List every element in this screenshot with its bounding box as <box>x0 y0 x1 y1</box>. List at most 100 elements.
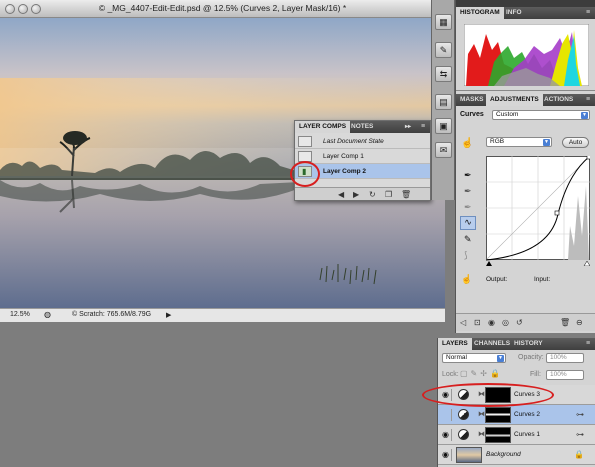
comp-checkbox[interactable] <box>298 136 312 147</box>
right-panel-dock: HISTOGRAM INFO ≡ MASKS ADJUSTMENTS ACTIO… <box>455 0 595 333</box>
fill-field[interactable]: 100% <box>546 370 584 380</box>
comp-row-last-document-state[interactable]: Last Document State <box>295 134 430 149</box>
eye-icon[interactable]: ◉ <box>440 429 452 441</box>
tab-notes[interactable]: NOTES <box>347 121 377 133</box>
document-titlebar[interactable]: © _MG_4407-Edit-Edit.psd @ 12.5% (Curves… <box>0 0 445 18</box>
panel-menu-icon[interactable]: ≡ <box>582 94 594 106</box>
update-comp-icon[interactable]: ↻ <box>369 190 376 199</box>
channel-select[interactable]: RGB ▼ <box>486 137 552 147</box>
adjustment-layer-icon <box>458 409 469 420</box>
hand-tool-icon[interactable]: ☝ <box>461 138 473 149</box>
lock-icon: 🔒 <box>574 450 584 459</box>
output-label: Output: <box>486 276 508 283</box>
next-comp-icon[interactable]: ▶ <box>353 190 359 199</box>
panel-menu-icon[interactable]: ≡ <box>582 338 594 350</box>
layer-comps-tabbar: LAYER COMPS NOTES ▸▸ ≡ <box>295 121 430 133</box>
comp-label: Last Document State <box>323 138 384 145</box>
back-arrow-icon[interactable]: ◁ <box>460 318 466 327</box>
panel-collapse-icon[interactable]: ▸▸ <box>401 121 415 133</box>
tab-info[interactable]: INFO <box>502 7 526 19</box>
clone-source-icon[interactable]: ✎ <box>435 42 452 58</box>
new-comp-icon[interactable]: ❐ <box>385 190 392 199</box>
panel-menu-icon[interactable]: ≡ <box>582 7 594 19</box>
previous-comp-icon[interactable]: ◀ <box>338 190 344 199</box>
adjustment-layer-icon <box>458 429 469 440</box>
pencil-icon[interactable]: ✎ <box>464 234 472 245</box>
blend-mode-select[interactable]: Normal ▼ <box>442 353 506 363</box>
tool-presets-icon[interactable]: ⇆ <box>435 66 452 82</box>
layer-comps-panel: LAYER COMPS NOTES ▸▸ ≡ Last Document Sta… <box>294 120 431 201</box>
lock-label: Lock: <box>442 371 459 378</box>
tab-layers[interactable]: LAYERS <box>438 338 472 350</box>
curves-graph[interactable] <box>486 156 590 266</box>
lock-options-icons[interactable]: ▢✎✢🔒 <box>460 369 503 378</box>
character-icon[interactable]: ▤ <box>435 94 452 110</box>
tab-actions[interactable]: ACTIONS <box>540 94 577 106</box>
tab-layer-comps[interactable]: LAYER COMPS <box>295 121 351 133</box>
channel-value: RGB <box>490 138 505 145</box>
opacity-label: Opacity: <box>518 354 544 361</box>
blend-mode-value: Normal <box>446 354 467 361</box>
layer-name: Curves 1 <box>514 431 541 438</box>
zoom-level[interactable]: 12.5% <box>10 311 30 318</box>
status-arrow-icon[interactable]: ▶ <box>166 311 171 319</box>
view-previous-icon[interactable]: ◎ <box>502 318 509 327</box>
histogram-panel: HISTOGRAM INFO ≡ <box>456 7 595 91</box>
layer-mask-thumbnail[interactable] <box>485 407 511 423</box>
delete-adjustment-icon[interactable]: 🗑 <box>560 318 570 327</box>
annotation-circle-comp <box>290 161 320 187</box>
eye-icon[interactable]: ◉ <box>488 318 495 327</box>
layer-row-curves-1[interactable]: ◉ ⧓ Curves 1 ⊶ <box>438 425 595 445</box>
comp-label: Layer Comp 1 <box>323 153 364 160</box>
curves-preset-select[interactable]: Custom ▼ <box>492 110 590 120</box>
document-statusbar: 12.5% ◍ © Scratch: 765.6M/8.79G ▶ <box>0 308 445 322</box>
link-chain-icon: ⊶ <box>576 430 584 439</box>
gray-point-eyedropper-icon[interactable]: ✒ <box>464 186 472 197</box>
layer-name: Curves 2 <box>514 411 541 418</box>
fill-value: 100% <box>550 371 567 378</box>
clip-layer-icon[interactable]: ⊡ <box>474 318 481 327</box>
link-icon[interactable]: ⧓ <box>478 430 485 438</box>
histogram-chart <box>464 24 589 86</box>
delete-comp-icon[interactable]: 🗑 <box>401 190 411 199</box>
black-point-eyedropper-icon[interactable]: ✒ <box>464 170 472 181</box>
layer-row-curves-2[interactable]: ◉ ⧓ Curves 2 ⊶ <box>438 405 595 425</box>
brushes-icon[interactable]: ▦ <box>435 14 452 30</box>
white-point-eyedropper-icon[interactable]: ✒ <box>464 202 472 213</box>
link-icon[interactable]: ⧓ <box>478 410 485 418</box>
layer-comps-icon[interactable]: ▣ <box>435 118 452 134</box>
dock-grip[interactable] <box>456 0 595 7</box>
tab-channels[interactable]: CHANNELS <box>470 338 514 350</box>
status-info-icon[interactable]: ◍ <box>44 310 51 319</box>
adjustments-footer: ◁ ⊡ ◉ ◎ ↺ 🗑 ⊖ <box>456 313 595 331</box>
sample-eyedropper-icon[interactable]: ☝ <box>461 274 472 285</box>
comp-row-layer-comp-1[interactable]: Layer Comp 1 <box>295 149 430 164</box>
curve-edit-points-icon[interactable]: ∿ <box>460 216 476 230</box>
opacity-value: 100% <box>550 354 567 361</box>
comp-label: Layer Comp 2 <box>323 168 366 175</box>
panel-icon-strip: ▦ ✎ ⇆ ▤ ▣ ✉ <box>431 0 455 200</box>
tab-histogram[interactable]: HISTOGRAM <box>456 7 504 19</box>
tab-history[interactable]: HISTORY <box>510 338 547 350</box>
auto-button[interactable]: Auto <box>562 137 589 148</box>
layer-mask-thumbnail[interactable] <box>485 427 511 443</box>
smooth-curve-icon[interactable]: ⟆ <box>464 250 468 261</box>
input-label: Input: <box>534 276 551 283</box>
chevron-down-icon: ▼ <box>581 112 588 119</box>
layer-thumbnail[interactable] <box>456 447 482 463</box>
panel-menu-icon[interactable]: ≡ <box>417 121 429 133</box>
scratch-size: © Scratch: 765.6M/8.79G <box>72 311 152 318</box>
trash-icon[interactable]: ⊖ <box>576 318 583 327</box>
document-title: © _MG_4407-Edit-Edit.psd @ 12.5% (Curves… <box>98 3 347 13</box>
tab-adjustments[interactable]: ADJUSTMENTS <box>486 94 543 106</box>
tab-masks[interactable]: MASKS <box>456 94 487 106</box>
reset-icon[interactable]: ↺ <box>516 318 523 327</box>
opacity-field[interactable]: 100% <box>546 353 584 363</box>
eye-icon-hidden[interactable]: ◉ <box>440 409 452 421</box>
eye-icon[interactable]: ◉ <box>440 449 452 461</box>
chevron-down-icon: ▼ <box>543 139 550 146</box>
notes-icon[interactable]: ✉ <box>435 142 452 158</box>
link-chain-icon: ⊶ <box>576 410 584 419</box>
layer-row-background[interactable]: ◉ Background 🔒 <box>438 445 595 465</box>
annotation-ellipse-curves-3 <box>422 383 554 407</box>
